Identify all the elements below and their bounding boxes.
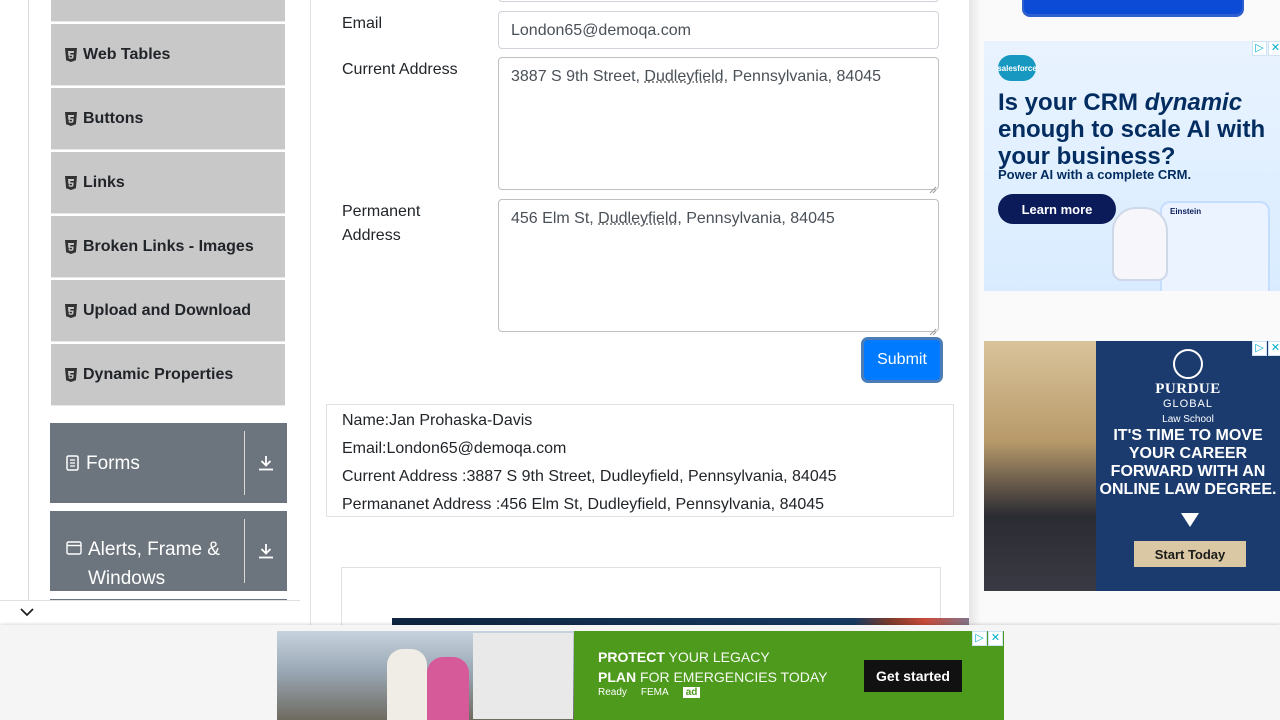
person-figure [427, 657, 469, 720]
adchoices-icon[interactable]: ▷ [1252, 341, 1267, 356]
einstein-mascot-image [1112, 207, 1168, 281]
html5-icon [65, 47, 77, 62]
close-icon[interactable]: ✕ [988, 631, 1003, 646]
current-address-textarea[interactable]: 3887 S 9th Street, Dudleyfield, Pennsylv… [498, 57, 939, 190]
document-icon [66, 455, 80, 471]
adchoices-icon[interactable]: ▷ [1252, 41, 1267, 56]
close-icon[interactable]: ✕ [1268, 341, 1280, 356]
email-value: London65@demoqa.com [511, 22, 691, 39]
html5-icon [65, 303, 77, 318]
column-divider [310, 0, 311, 625]
ad-council-logo: ad [682, 687, 701, 698]
field-partial [498, 0, 939, 2]
shield-icon [1173, 349, 1203, 379]
output-current-address: Current Address :3887 S 9th Street, Dudl… [342, 468, 837, 485]
sidebar-item-label: Upload and Download [83, 301, 251, 319]
ad-controls[interactable]: ▷ ✕ [1252, 341, 1280, 356]
sidebar-item-label: Links [83, 173, 125, 191]
ad-copy: PROTECT YOUR LEGACY PLAN FOR EMERGENCIES… [598, 649, 828, 685]
sidebar-item-label: Broken Links - Images [83, 237, 254, 255]
spellcheck-word: Dudleyfield [598, 210, 678, 227]
fema-ad[interactable]: PROTECT YOUR LEGACY PLAN FOR EMERGENCIES… [277, 631, 1004, 720]
html5-icon [65, 175, 77, 190]
group-label: Forms [86, 452, 140, 474]
ad-controls[interactable]: ▷ ✕ [972, 631, 1003, 646]
sidebar-item-label: Web Tables [83, 45, 171, 63]
permanent-address-text: 456 Elm St, [511, 210, 599, 227]
ad-headline: Is your CRM dynamic enough to scale AI w… [998, 89, 1266, 170]
learn-more-button[interactable]: Learn more [998, 194, 1116, 224]
permanent-address-label: Permanent Address [342, 203, 421, 244]
output-email: Email:London65@demoqa.com [342, 440, 567, 457]
fema-logo: FEMA [640, 687, 669, 698]
sidebar-item-label: Dynamic Properties [83, 365, 234, 383]
sidebar-item-links[interactable]: Links [51, 152, 285, 214]
right-column-shadow [969, 0, 981, 625]
handshake-photo [984, 341, 1096, 591]
permanent-address-text-end: , Pennsylvania, 84045 [677, 210, 835, 227]
salesforce-ad[interactable]: salesforce Is your CRM dynamic enough to… [984, 41, 1280, 291]
ad-controls[interactable]: ▷ ✕ [1252, 41, 1280, 56]
ready-logo: Ready [598, 687, 627, 698]
chevron-down-icon[interactable] [19, 605, 35, 623]
person-figure [387, 649, 427, 720]
email-field[interactable]: London65@demoqa.com [498, 11, 939, 49]
left-border [28, 0, 29, 625]
current-address-label: Current Address [342, 61, 458, 78]
purdue-logo: PURDUE GLOBAL Law School [1096, 349, 1280, 425]
sidebar-item-web-tables[interactable]: Web Tables [51, 24, 285, 86]
group-forms[interactable]: Forms [50, 423, 287, 503]
submit-button[interactable]: Submit [864, 340, 940, 380]
sidebar-item-label: Buttons [83, 109, 144, 127]
html5-icon [65, 367, 77, 382]
html5-icon [65, 239, 77, 254]
ad-pitch: IT'S TIME TO MOVE YOUR CAREER FORWARD WI… [1099, 427, 1277, 498]
get-started-button[interactable]: Get started [864, 660, 962, 692]
permanent-address-textarea[interactable]: 456 Elm St, Dudleyfield, Pennsylvania, 8… [498, 199, 939, 332]
purdue-global-ad[interactable]: PURDUE GLOBAL Law School IT'S TIME TO MO… [984, 341, 1280, 591]
house-image [473, 633, 573, 719]
salesforce-logo: salesforce [997, 55, 1037, 81]
html5-icon [65, 111, 77, 126]
sidebar-item-upload-download[interactable]: Upload and Download [51, 280, 285, 342]
adchoices-icon[interactable]: ▷ [972, 631, 987, 646]
family-photo [277, 631, 574, 720]
ad-button-partial[interactable] [1024, 0, 1242, 14]
sidebar-item-buttons[interactable]: Buttons [51, 88, 285, 150]
spellcheck-word: Dudleyfield [644, 68, 724, 85]
resize-grip-icon[interactable] [929, 181, 937, 199]
ad-subline: Power AI with a complete CRM. [998, 167, 1192, 182]
arrow-down-icon [1181, 513, 1199, 527]
download-icon[interactable] [245, 423, 287, 503]
output-name: Name:Jan Prohaska-Davis [342, 412, 533, 429]
group-label: Alerts, Frame & Windows [88, 539, 220, 589]
sidebar-item-broken-links[interactable]: Broken Links - Images [51, 216, 285, 278]
close-icon[interactable]: ✕ [1268, 41, 1280, 56]
resize-grip-icon[interactable] [929, 323, 937, 341]
output-permanent-address: Permananet Address :456 Elm St, Dudleyfi… [342, 496, 825, 513]
email-label: Email [342, 15, 383, 32]
current-address-text: 3887 S 9th Street, [511, 68, 645, 85]
output-panel: Name:Jan Prohaska-Davis Email:London65@d… [326, 404, 954, 517]
group-alerts-frame-windows[interactable]: Alerts, Frame & Windows [50, 511, 287, 591]
sponsor-logos: Ready FEMA ad [598, 687, 701, 698]
sidebar-item-partial[interactable] [51, 0, 285, 22]
download-icon[interactable] [245, 511, 287, 591]
window-icon [66, 541, 82, 555]
chat-title: Einstein [1170, 207, 1202, 216]
collapse-bar[interactable] [0, 600, 300, 625]
phone-illustration: Einstein [1160, 201, 1270, 291]
current-address-text-end: , Pennsylvania, 84045 [723, 68, 882, 85]
start-today-button[interactable]: Start Today [1134, 541, 1246, 567]
sidebar-item-dynamic-properties[interactable]: Dynamic Properties [51, 344, 285, 406]
